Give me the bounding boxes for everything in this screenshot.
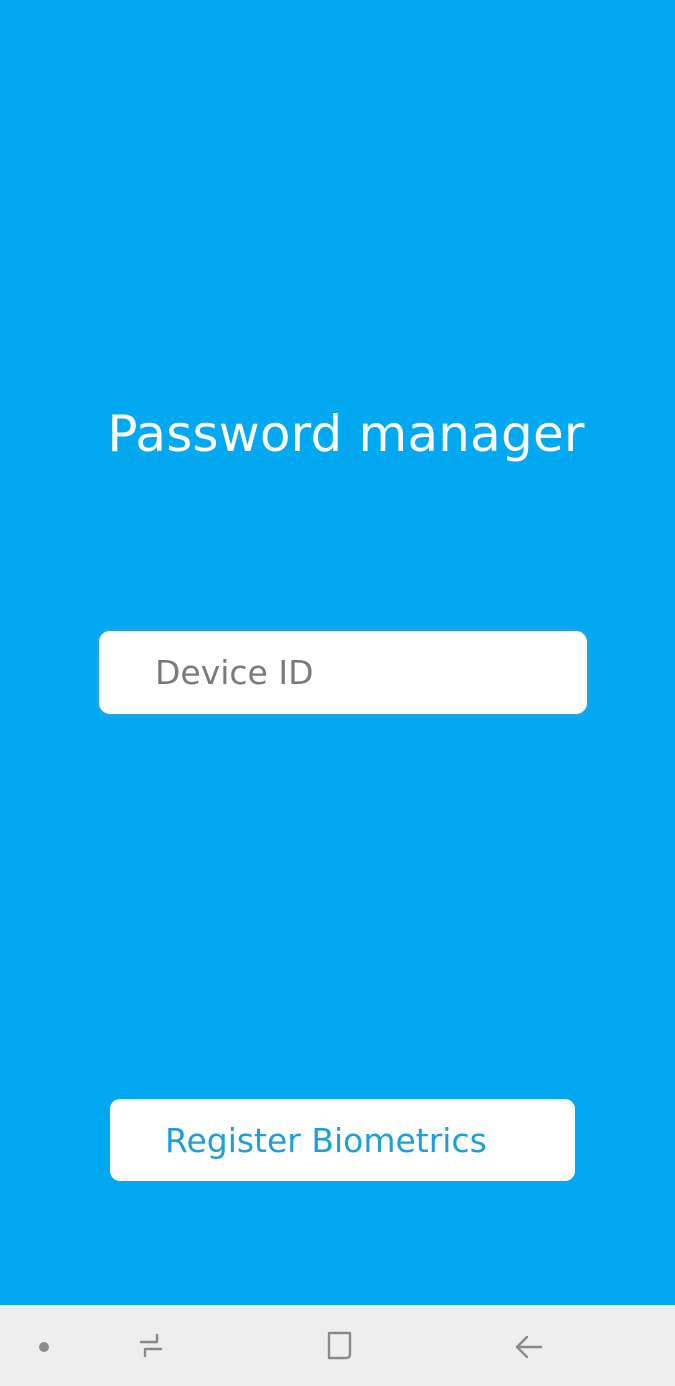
home-icon[interactable] (319, 1325, 359, 1365)
back-icon[interactable] (508, 1325, 548, 1365)
app-screen: Password manager Register Biometrics (0, 0, 675, 1305)
page-title: Password manager (107, 405, 585, 463)
recents-icon[interactable] (131, 1325, 171, 1365)
dot-icon[interactable] (24, 1325, 64, 1365)
device-id-input[interactable] (155, 631, 587, 714)
system-navigation-bar (0, 1305, 675, 1386)
register-biometrics-button[interactable]: Register Biometrics (110, 1099, 575, 1181)
device-id-field[interactable] (96, 628, 590, 717)
